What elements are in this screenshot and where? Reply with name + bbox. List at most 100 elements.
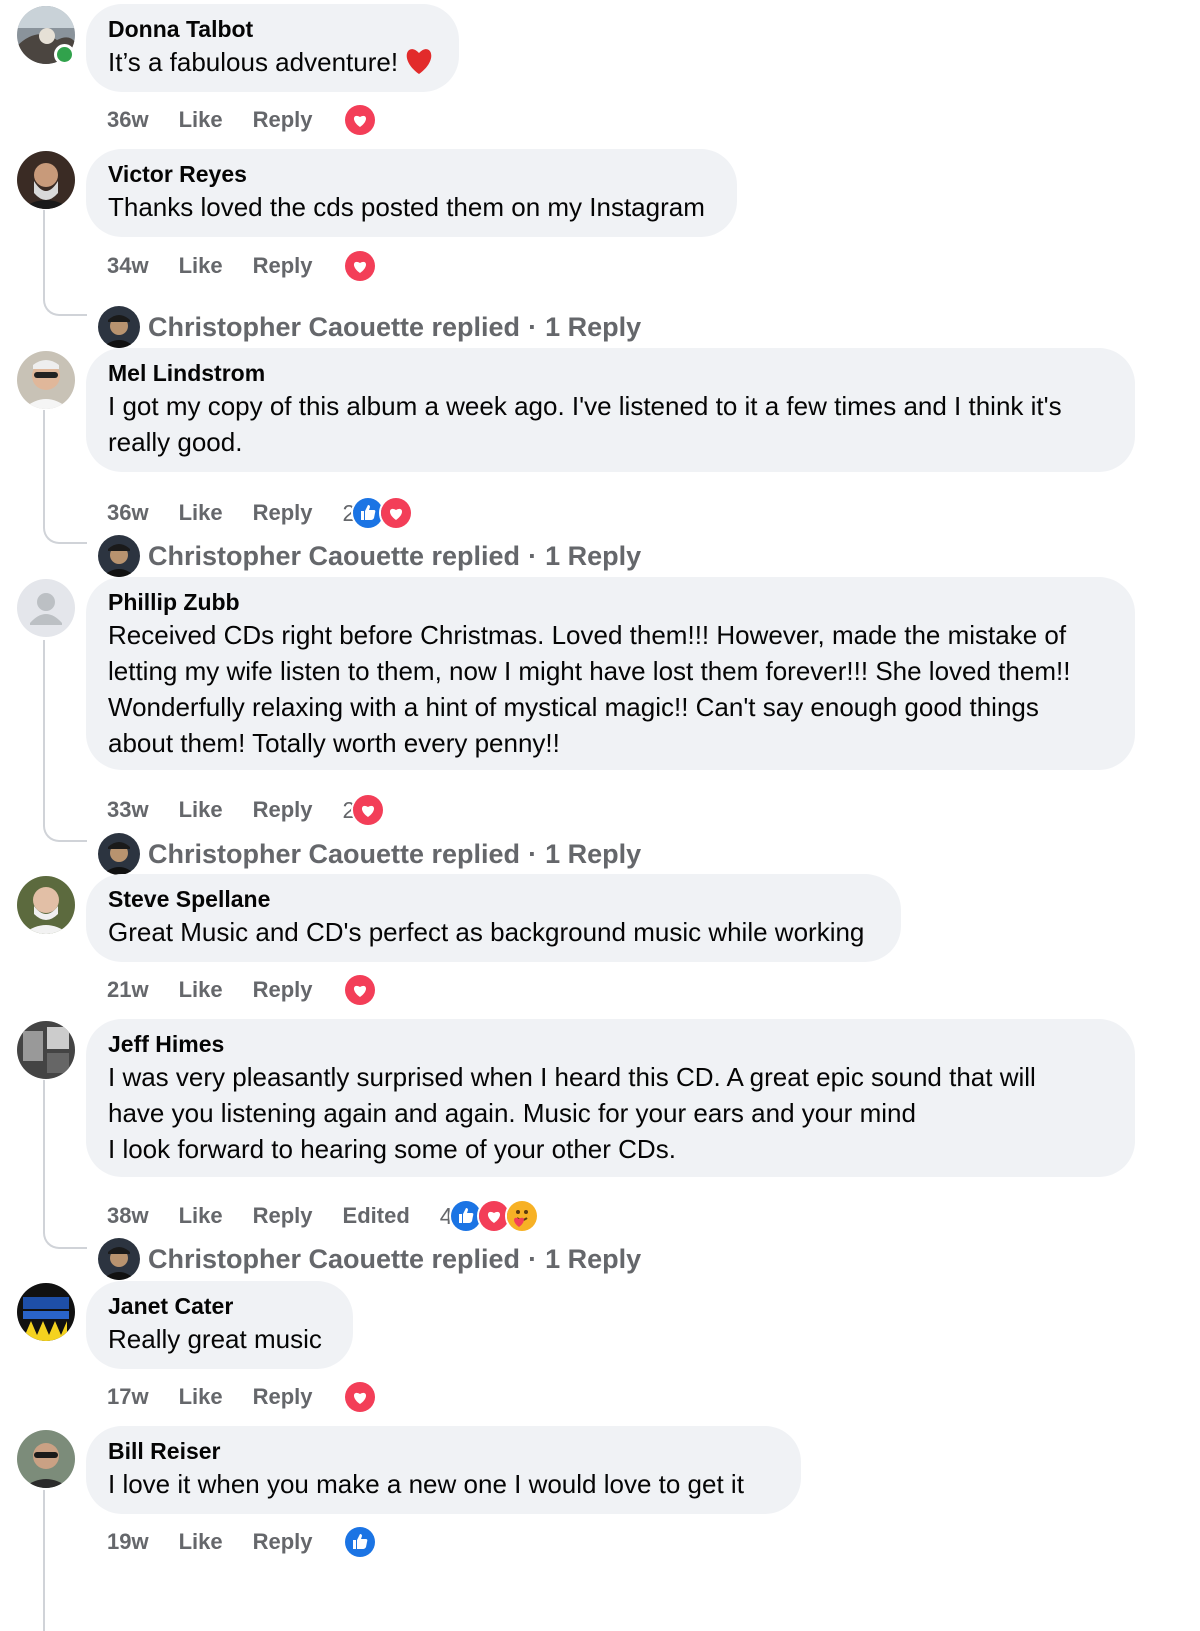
- view-replies-link[interactable]: Christopher Caouette replied · 1 Reply: [98, 832, 641, 876]
- thread-line: [43, 1490, 45, 1631]
- edited-label: Edited: [342, 1203, 410, 1228]
- reaction-summary[interactable]: [342, 249, 377, 283]
- comment-text: I love it when you make a new one I woul…: [108, 1469, 744, 1499]
- avatar-mel-lindstrom[interactable]: [17, 351, 75, 409]
- separator-dot: ·: [528, 1243, 538, 1274]
- comment-actions: 33w Like Reply 2: [107, 793, 386, 827]
- comment-actions: 19w Like Reply: [107, 1525, 377, 1559]
- avatar-janet-cater[interactable]: [17, 1283, 75, 1341]
- reply-link[interactable]: Reply: [253, 1529, 313, 1555]
- avatar-jeff-himes[interactable]: [17, 1021, 75, 1079]
- heart-reaction-icon: [379, 496, 414, 530]
- reply-count: 1 Reply: [545, 311, 642, 342]
- like-link[interactable]: Like: [179, 797, 223, 823]
- reaction-summary[interactable]: [342, 1380, 377, 1414]
- reaction-summary[interactable]: [342, 1525, 377, 1559]
- separator-dot: ·: [528, 311, 538, 342]
- reply-link[interactable]: Reply: [253, 500, 313, 526]
- reply-link[interactable]: Reply: [253, 253, 313, 279]
- view-replies-link[interactable]: Christopher Caouette replied · 1 Reply: [98, 1237, 641, 1281]
- reply-count: 1 Reply: [545, 540, 642, 571]
- comment-bubble: Mel Lindstrom I got my copy of this albu…: [86, 348, 1135, 472]
- comment-actions: 21w Like Reply: [107, 973, 377, 1007]
- reaction-summary[interactable]: [342, 103, 377, 137]
- comment-author[interactable]: Bill Reiser: [108, 1436, 779, 1466]
- comment-bubble: Steve Spellane Great Music and CD's perf…: [86, 874, 901, 962]
- comment-author[interactable]: Phillip Zubb: [108, 587, 1113, 617]
- replier-name: Christopher Caouette replied: [148, 311, 521, 342]
- comment-timestamp[interactable]: 21w: [107, 977, 149, 1003]
- reaction-summary[interactable]: 4: [440, 1199, 539, 1233]
- comment-author[interactable]: Janet Cater: [108, 1291, 331, 1321]
- like-link[interactable]: Like: [179, 500, 223, 526]
- comment-bubble: Jeff Himes I was very pleasantly surpris…: [86, 1019, 1135, 1177]
- replier-name: Christopher Caouette replied: [148, 540, 521, 571]
- comment-author[interactable]: Donna Talbot: [108, 14, 437, 44]
- like-link[interactable]: Like: [179, 107, 223, 133]
- comment-timestamp[interactable]: 36w: [107, 107, 149, 133]
- comment-actions: 36w Like Reply 2: [107, 496, 414, 530]
- comment-text: Thanks loved the cds posted them on my I…: [108, 192, 705, 222]
- comment-author[interactable]: Steve Spellane: [108, 884, 879, 914]
- thread-connector: [43, 296, 87, 316]
- online-status-dot: [54, 44, 75, 65]
- comment-author[interactable]: Jeff Himes: [108, 1029, 1113, 1059]
- avatar-steve-spellane[interactable]: [17, 876, 75, 934]
- avatar-phillip-zubb[interactable]: [17, 579, 75, 637]
- comment-timestamp[interactable]: 33w: [107, 797, 149, 823]
- replier-name: Christopher Caouette replied: [148, 838, 521, 869]
- replier-avatar: [98, 535, 140, 577]
- heart-reaction-icon: [342, 249, 377, 283]
- like-link[interactable]: Like: [179, 1384, 223, 1410]
- comment-author[interactable]: Mel Lindstrom: [108, 358, 1113, 388]
- comment-actions: 17w Like Reply: [107, 1380, 377, 1414]
- comment-text: Really great music: [108, 1324, 322, 1354]
- thread-line: [43, 410, 45, 528]
- view-replies-link[interactable]: Christopher Caouette replied · 1 Reply: [98, 534, 641, 578]
- reaction-summary[interactable]: 2: [343, 793, 386, 827]
- heart-reaction-icon: [342, 973, 377, 1007]
- like-link[interactable]: Like: [179, 253, 223, 279]
- comment-timestamp[interactable]: 19w: [107, 1529, 149, 1555]
- view-replies-link[interactable]: Christopher Caouette replied · 1 Reply: [98, 305, 641, 349]
- comment-text: It’s a fabulous adventure!: [108, 44, 437, 84]
- avatar-victor-reyes[interactable]: [17, 151, 75, 209]
- reaction-summary[interactable]: [342, 973, 377, 1007]
- thread-connector: [43, 822, 87, 842]
- red-heart-emoji-icon: [404, 47, 434, 84]
- reaction-summary[interactable]: 2: [343, 496, 414, 530]
- comment-text: I got my copy of this album a week ago. …: [108, 391, 1062, 457]
- comment-text-content: It’s a fabulous adventure!: [108, 47, 399, 77]
- comment-timestamp[interactable]: 17w: [107, 1384, 149, 1410]
- thread-line: [43, 640, 45, 826]
- comment-timestamp[interactable]: 36w: [107, 500, 149, 526]
- comment-bubble: Donna Talbot It’s a fabulous adventure!: [86, 4, 459, 92]
- reply-link[interactable]: Reply: [253, 1203, 313, 1229]
- reply-link[interactable]: Reply: [253, 977, 313, 1003]
- care-reaction-icon: [504, 1199, 539, 1233]
- separator-dot: ·: [528, 838, 538, 869]
- comment-text: Great Music and CD's perfect as backgrou…: [108, 917, 865, 947]
- reply-link[interactable]: Reply: [253, 797, 313, 823]
- comment-actions: 36w Like Reply: [107, 103, 377, 137]
- thread-connector: [43, 524, 87, 544]
- reply-count: 1 Reply: [545, 1243, 642, 1274]
- reply-count: 1 Reply: [545, 838, 642, 869]
- comment-bubble: Victor Reyes Thanks loved the cds posted…: [86, 149, 737, 237]
- reply-link[interactable]: Reply: [253, 1384, 313, 1410]
- like-link[interactable]: Like: [179, 977, 223, 1003]
- replier-avatar: [98, 306, 140, 348]
- like-link[interactable]: Like: [179, 1529, 223, 1555]
- like-link[interactable]: Like: [179, 1203, 223, 1229]
- avatar-bill-reiser[interactable]: [17, 1430, 75, 1488]
- comment-author[interactable]: Victor Reyes: [108, 159, 715, 189]
- comment-timestamp[interactable]: 34w: [107, 253, 149, 279]
- comment-text: Received CDs right before Christmas. Lov…: [108, 620, 1071, 758]
- thread-connector: [43, 1229, 87, 1249]
- reply-link[interactable]: Reply: [253, 107, 313, 133]
- thread-line: [43, 210, 45, 300]
- heart-reaction-icon: [342, 103, 377, 137]
- heart-reaction-icon: [342, 1380, 377, 1414]
- replier-avatar: [98, 1238, 140, 1280]
- comment-timestamp[interactable]: 38w: [107, 1203, 149, 1229]
